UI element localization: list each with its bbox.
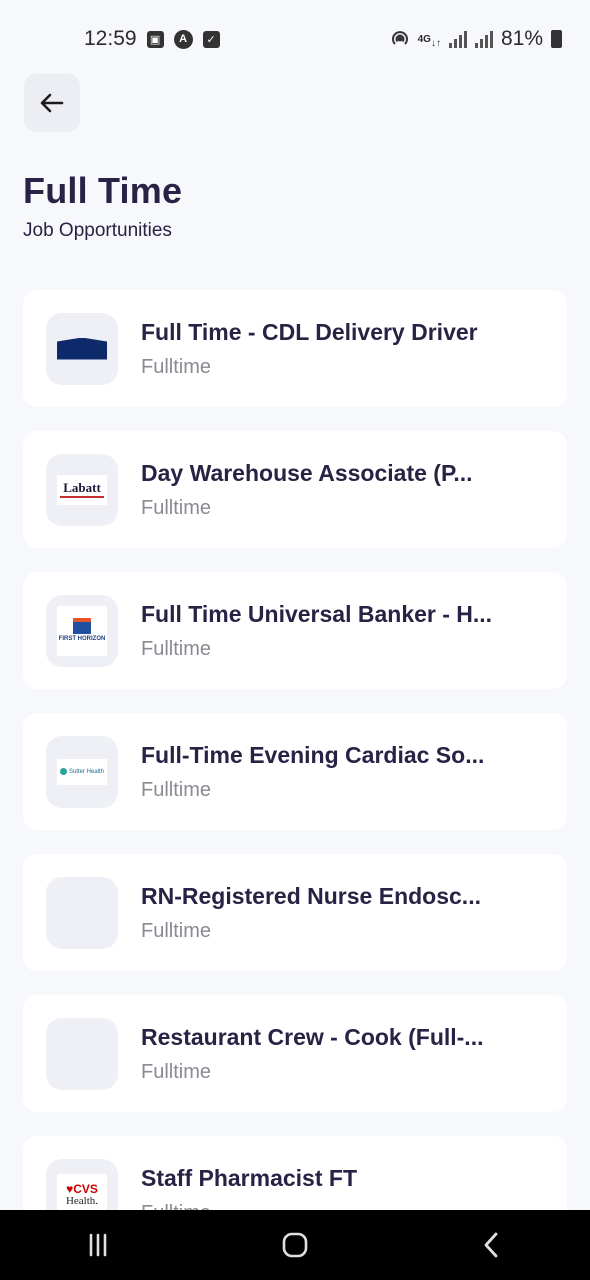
- job-card[interactable]: Sutter Health Full-Time Evening Cardiac …: [23, 713, 567, 830]
- company-logo: [46, 312, 118, 385]
- cvs-logo-text: ♥CVS: [66, 1181, 98, 1196]
- job-type: Fulltime: [141, 1060, 212, 1083]
- job-title: Full-Time Evening Cardiac So...: [141, 741, 485, 768]
- company-logo-placeholder: [46, 1017, 118, 1090]
- check-square-icon: ✓: [202, 30, 220, 48]
- navy-roof-logo: [57, 337, 107, 360]
- hotspot-icon: [390, 29, 410, 49]
- system-nav-bar: [0, 1210, 590, 1280]
- job-title: Full Time Universal Banker - H...: [141, 600, 493, 627]
- job-card[interactable]: Full Time - CDL Delivery Driver Fulltime: [23, 290, 567, 407]
- labatt-logo-text: Labatt: [63, 480, 101, 495]
- battery-text: 81%: [500, 27, 543, 50]
- page-title: Full Time: [23, 170, 183, 211]
- status-bar: 12:59 ▣ A ✓ 4G ↓↑ 81%: [0, 0, 590, 78]
- job-type: Fulltime: [141, 778, 212, 801]
- system-back-button[interactable]: [462, 1220, 522, 1270]
- arrow-left-icon: [40, 93, 64, 113]
- company-logo-placeholder: [46, 876, 118, 949]
- job-card[interactable]: Restaurant Crew - Cook (Full-... Fulltim…: [23, 995, 567, 1112]
- job-title: Staff Pharmacist FT: [141, 1164, 357, 1191]
- company-logo: Labatt: [46, 453, 118, 526]
- network-4g-icon: 4G ↓↑: [417, 33, 441, 49]
- company-logo: Sutter Health: [46, 735, 118, 808]
- job-title: RN-Registered Nurse Endosc...: [141, 882, 481, 909]
- first-horizon-logo: FIRST HORIZON: [57, 605, 107, 656]
- home-icon: [282, 1232, 308, 1258]
- signal-icon: [448, 30, 467, 48]
- a-icon: A: [173, 29, 193, 49]
- sutter-health-logo: Sutter Health: [57, 758, 107, 785]
- job-type: Fulltime: [141, 355, 212, 378]
- job-list: Full Time - CDL Delivery Driver Fulltime…: [23, 290, 567, 1277]
- battery-icon: [551, 30, 562, 48]
- recents-icon: [90, 1233, 107, 1257]
- back-button[interactable]: [24, 74, 80, 132]
- network-label: 4G: [417, 33, 431, 45]
- job-type: Fulltime: [141, 496, 212, 519]
- signal-icon: [474, 30, 493, 48]
- job-title: Full Time - CDL Delivery Driver: [141, 318, 478, 345]
- home-button[interactable]: [265, 1220, 325, 1270]
- first-horizon-logo-text: FIRST HORIZON: [58, 636, 106, 642]
- status-time: 12:59: [84, 27, 137, 50]
- image-icon: ▣: [146, 30, 164, 48]
- job-title: Day Warehouse Associate (P...: [141, 459, 473, 486]
- job-card[interactable]: FIRST HORIZON Full Time Universal Banker…: [23, 572, 567, 689]
- job-type: Fulltime: [141, 637, 212, 660]
- job-card[interactable]: RN-Registered Nurse Endosc... Fulltime: [23, 854, 567, 971]
- labatt-logo: Labatt: [57, 474, 107, 505]
- page-subtitle: Job Opportunities: [23, 220, 172, 241]
- health-logo-text: Health.: [65, 1194, 99, 1207]
- sutter-logo-text: Sutter Health: [68, 768, 105, 775]
- job-card[interactable]: Labatt Day Warehouse Associate (P... Ful…: [23, 431, 567, 548]
- job-title: Restaurant Crew - Cook (Full-...: [141, 1023, 484, 1050]
- job-type: Fulltime: [141, 919, 212, 942]
- back-icon: [484, 1232, 498, 1258]
- recents-button[interactable]: [68, 1220, 128, 1270]
- company-logo: FIRST HORIZON: [46, 594, 118, 667]
